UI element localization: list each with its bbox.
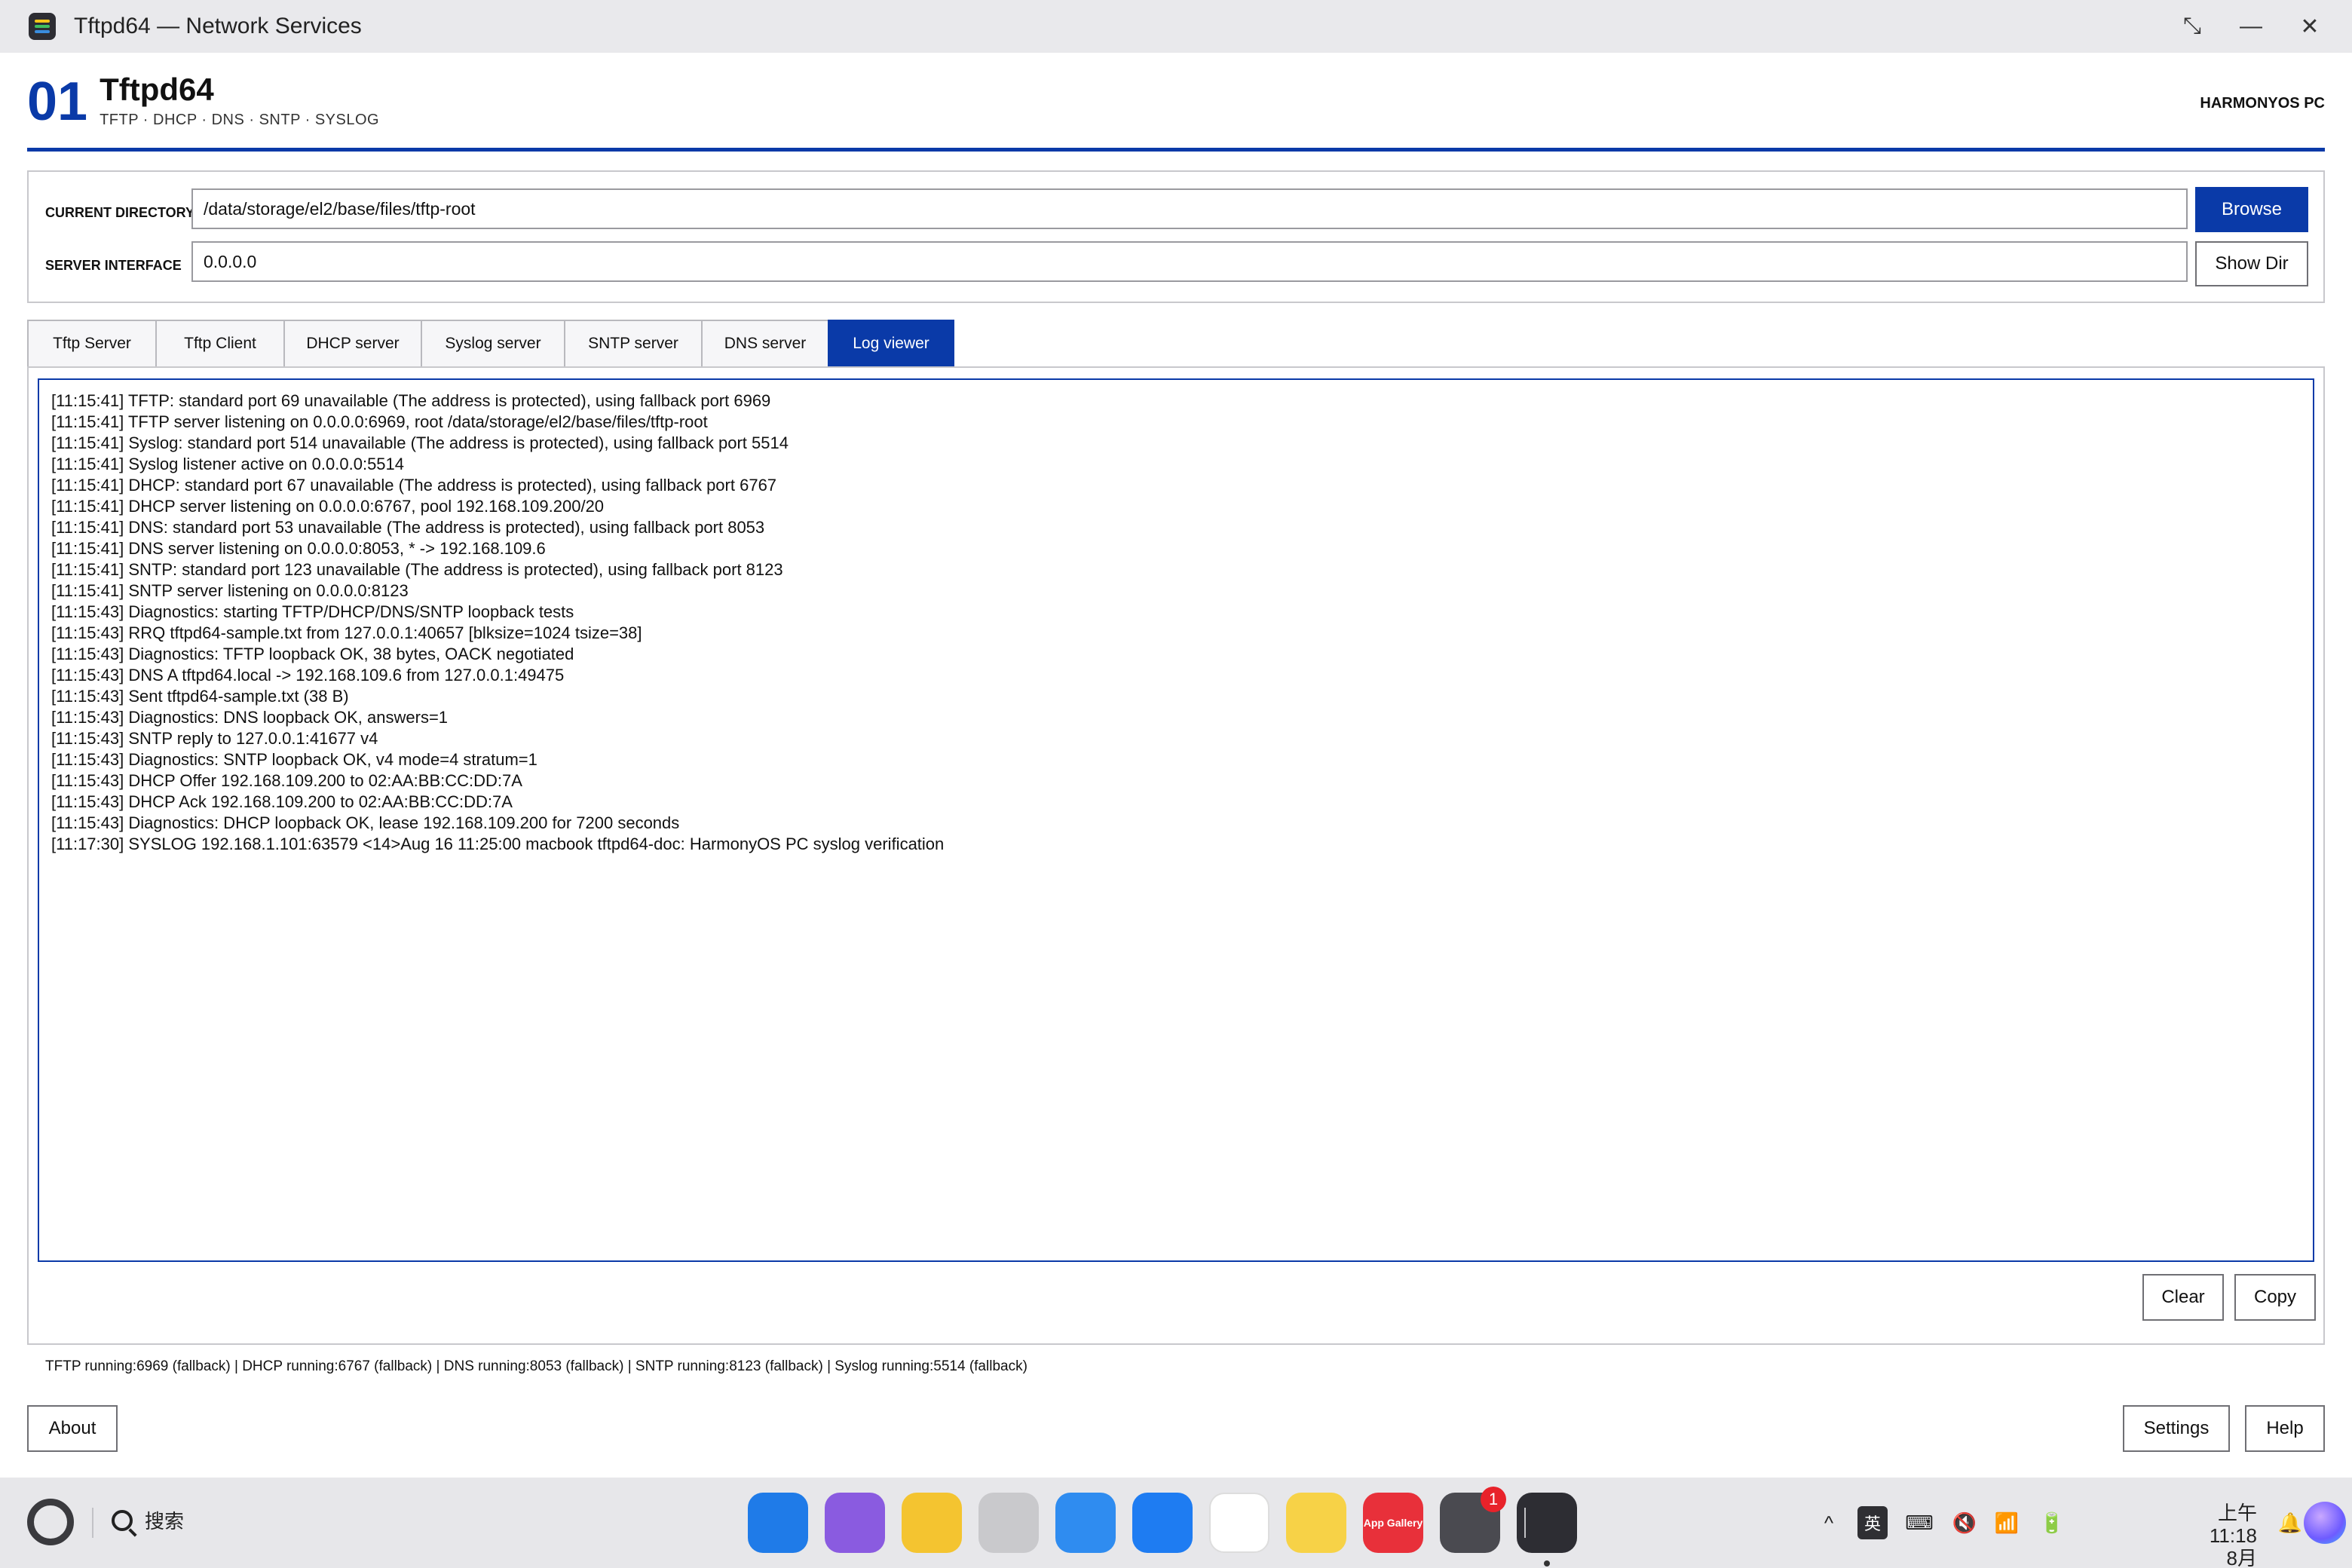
taskbar-divider [92,1508,93,1538]
restore-icon[interactable]: ⤡ [2180,14,2204,38]
keyboard-icon[interactable]: ⌨ [1903,1506,1936,1539]
title-bar: Tftpd64 — Network Services ⤡ — ✕ [0,0,2352,53]
app-launcher-icon[interactable] [748,1493,808,1553]
minimize-icon[interactable]: — [2239,14,2263,38]
search-label: 搜索 [145,1510,185,1533]
files-icon[interactable] [902,1493,962,1553]
status-text: TFTP running:6969 (fallback) | DHCP runn… [45,1358,1027,1374]
start-icon[interactable] [27,1499,74,1545]
log-line: [11:15:41] SNTP server listening on 0.0.… [51,581,409,600]
log-line: [11:15:43] SNTP reply to 127.0.0.1:41677… [51,729,378,748]
server-interface-input[interactable]: 0.0.0.0 [191,241,2188,282]
taskbar: 搜索 App Gallery 1 ^ 英 ⌨ 🔇 📶 🔋 上午11:18 8月16… [0,1478,2352,1568]
log-output[interactable]: [11:15:41] TFTP: standard port 69 unavai… [38,378,2314,1262]
log-line: [11:15:41] DNS: standard port 53 unavail… [51,518,765,537]
log-line: [11:15:43] Sent tftpd64-sample.txt (38 B… [51,687,349,706]
tftpd64-icon[interactable] [1517,1493,1577,1566]
app-icon [29,13,56,40]
tab-tftp-client[interactable]: Tftp Client [155,320,283,368]
log-line: [11:15:43] DHCP Offer 192.168.109.200 to… [51,771,522,790]
log-line: [11:15:43] Diagnostics: DHCP loopback OK… [51,813,680,832]
notes-icon[interactable] [1286,1493,1346,1553]
help-button[interactable]: Help [2245,1405,2325,1452]
brand: 01 Tftpd64 TFTP · DHCP · DNS · SNTP · SY… [27,72,379,132]
log-line: [11:15:43] RRQ tftpd64-sample.txt from 1… [51,623,642,642]
browser-icon[interactable] [1055,1493,1116,1553]
server-interface-label: SERVER INTERFACE [45,258,182,273]
running-indicator [1544,1560,1550,1566]
notification-bell-icon[interactable]: 🔔 [2274,1506,2307,1539]
mail-icon[interactable] [1132,1493,1193,1553]
app-name: Tftpd64 [100,72,214,107]
log-line: [11:15:41] TFTP: standard port 69 unavai… [51,391,771,410]
tab-dns-server[interactable]: DNS server [701,320,828,368]
log-line: [11:15:41] DHCP server listening on 0.0.… [51,497,605,516]
tab-syslog-server[interactable]: Syslog server [421,320,564,368]
taskbar-search[interactable]: 搜索 [112,1506,184,1534]
tab-sntp-server[interactable]: SNTP server [564,320,701,368]
settings-icon[interactable]: 1 [1440,1487,1506,1553]
config-panel: CURRENT DIRECTORY /data/storage/el2/base… [27,170,2325,303]
brand-text: Tftpd64 TFTP · DHCP · DNS · SNTP · SYSLO… [100,74,379,129]
dock-divider [1524,1508,1526,1538]
dock: App Gallery 1 [748,1487,1577,1566]
header-divider [27,148,2325,152]
photos-icon[interactable] [1209,1493,1269,1553]
copy-button[interactable]: Copy [2234,1274,2316,1321]
tab-dhcp-server[interactable]: DHCP server [283,320,421,368]
log-line: [11:15:43] Diagnostics: starting TFTP/DH… [51,602,574,621]
settings-button[interactable]: Settings [2123,1405,2230,1452]
log-line: [11:15:41] TFTP server listening on 0.0.… [51,412,708,431]
close-icon[interactable]: ✕ [2298,14,2322,39]
trash-icon[interactable] [978,1493,1039,1553]
assistant-icon[interactable] [2304,1502,2346,1544]
tray-expand-icon[interactable]: ^ [1815,1506,1842,1539]
clock[interactable]: 上午11:18 8月16日 [2210,1502,2257,1568]
log-line: [11:15:41] DNS server listening on 0.0.0… [51,539,546,558]
clear-button[interactable]: Clear [2142,1274,2224,1321]
search-icon [112,1509,133,1531]
log-panel: [11:15:41] TFTP: standard port 69 unavai… [27,366,2325,1381]
clock-date: 8月16日 [2226,1547,2257,1568]
current-directory-label: CURRENT DIRECTORY [45,205,195,220]
log-line: [11:15:41] SNTP: standard port 123 unava… [51,560,783,579]
log-line: [11:15:43] DHCP Ack 192.168.109.200 to 0… [51,792,513,811]
log-line: [11:17:30] SYSLOG 192.168.1.101:63579 <1… [51,835,945,853]
dock-label: App Gallery [1363,1517,1423,1529]
log-line: [11:15:41] DHCP: standard port 67 unavai… [51,476,777,495]
current-directory-input[interactable]: /data/storage/el2/base/files/tftp-root [191,188,2188,229]
notification-badge: 1 [1481,1487,1506,1512]
tab-bar: Tftp Server Tftp Client DHCP server Sysl… [27,320,954,368]
log-line: [11:15:41] Syslog: standard port 514 una… [51,433,789,452]
window-title: Tftpd64 — Network Services [74,14,362,38]
log-line: [11:15:43] Diagnostics: TFTP loopback OK… [51,645,574,663]
multitask-icon[interactable] [825,1493,885,1553]
browse-button[interactable]: Browse [2195,187,2308,232]
brand-number: 01 [27,72,88,132]
app-subtitle: TFTP · DHCP · DNS · SNTP · SYSLOG [100,112,380,128]
window-controls: ⤡ — ✕ [2180,0,2322,53]
clock-time: 上午11:18 [2209,1502,2258,1547]
battery-icon[interactable]: 🔋 [2035,1506,2069,1539]
about-button[interactable]: About [27,1405,118,1452]
ime-icon[interactable]: 英 [1857,1506,1888,1539]
wifi-icon[interactable]: 📶 [1990,1506,2023,1539]
log-line: [11:15:43] Diagnostics: SNTP loopback OK… [51,750,537,769]
log-line: [11:15:43] DNS A tftpd64.local -> 192.16… [51,666,565,684]
status-bar: TFTP running:6969 (fallback) | DHCP runn… [27,1343,2325,1389]
app-gallery-icon[interactable]: App Gallery [1363,1493,1423,1553]
tab-log-viewer[interactable]: Log viewer [828,320,954,368]
log-line: [11:15:43] Diagnostics: DNS loopback OK,… [51,708,449,727]
platform-label: HARMONYOS PC [2200,95,2325,112]
tab-tftp-server[interactable]: Tftp Server [27,320,155,368]
show-dir-button[interactable]: Show Dir [2195,241,2308,286]
log-line: [11:15:41] Syslog listener active on 0.0… [51,455,405,473]
main-window: 01 Tftpd64 TFTP · DHCP · DNS · SNTP · SY… [0,53,2352,1478]
volume-muted-icon[interactable]: 🔇 [1948,1506,1981,1539]
